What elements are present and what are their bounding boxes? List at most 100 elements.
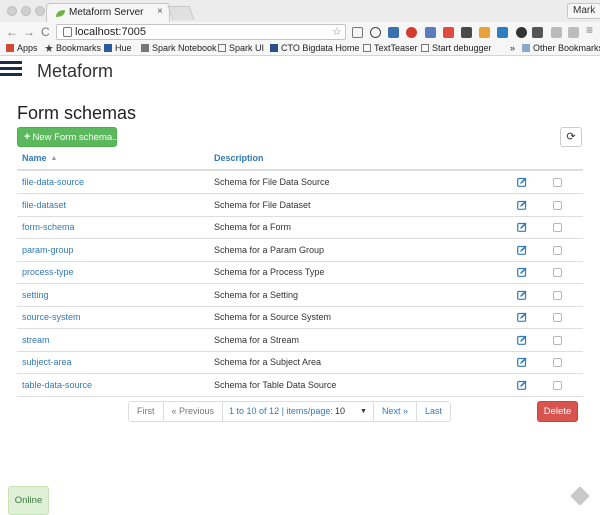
refresh-button[interactable]: ⟳ [560, 127, 582, 147]
edit-icon[interactable] [517, 380, 527, 390]
extension-info-icon[interactable] [370, 27, 381, 38]
bookmarks-bar: Apps Bookmarks Hue Spark Notebook Spark … [0, 42, 600, 56]
bookmarks-overflow-chevron[interactable]: » [510, 43, 515, 53]
leaf-favicon-icon [56, 10, 65, 17]
row-checkbox[interactable] [553, 245, 562, 255]
table-row[interactable]: source-system Schema for a Source System [17, 306, 583, 329]
schema-name-link[interactable]: setting [22, 290, 49, 300]
reload-icon[interactable]: C [41, 25, 50, 39]
edit-icon[interactable] [517, 335, 527, 345]
new-form-schema-button[interactable]: + New Form schema... [17, 127, 121, 147]
bookmark-other[interactable]: Other Bookmarks [522, 43, 600, 53]
edit-icon[interactable] [517, 200, 527, 210]
bookmark-star-icon[interactable]: ☆ [332, 25, 342, 38]
extension-circle-icon[interactable] [516, 27, 527, 38]
bookmark-item[interactable]: Bookmarks [45, 43, 101, 53]
new-form-schema-label: New Form schema... [32, 132, 121, 143]
bookmark-apps[interactable]: Apps [6, 43, 38, 53]
bookmark-item[interactable]: TextTeaser [363, 43, 418, 53]
row-checkbox[interactable] [553, 268, 562, 277]
notebook-icon [141, 44, 149, 52]
extension-orange-icon[interactable] [479, 27, 490, 38]
star-icon [45, 44, 53, 52]
table-row[interactable]: form-schema Schema for a Form [17, 216, 583, 239]
table-row[interactable]: setting Schema for a Setting [17, 284, 583, 307]
table-row[interactable]: table-data-source Schema for Table Data S… [17, 374, 583, 397]
window-minimize-dot[interactable] [21, 6, 31, 16]
extension-gray-icon[interactable] [568, 27, 579, 38]
row-checkbox[interactable] [553, 380, 562, 390]
address-bar[interactable]: localhost:7005 ☆ [56, 24, 346, 40]
schema-description: Schema for a Param Group [214, 244, 325, 255]
schema-name-link[interactable]: form-schema [22, 222, 75, 232]
bookmark-item[interactable]: CTO Bigdata Home [270, 43, 359, 53]
edit-icon[interactable] [517, 245, 527, 255]
edit-icon[interactable] [517, 290, 527, 300]
browser-tab[interactable]: Metaform Server × [46, 3, 170, 22]
pagination-last[interactable]: Last [416, 402, 450, 421]
schema-name-link[interactable]: file-data-source [22, 177, 84, 187]
extension-hook-icon[interactable] [551, 27, 562, 38]
pagination-next[interactable]: Next » [373, 402, 417, 421]
extension-red-icon[interactable] [406, 27, 417, 38]
row-checkbox[interactable] [553, 223, 562, 232]
row-checkbox[interactable] [553, 200, 562, 210]
schema-description: Schema for a Stream [214, 334, 300, 345]
corner-arrow-icon[interactable] [570, 486, 590, 506]
column-header-description[interactable]: Description [214, 153, 264, 163]
schema-name-link[interactable]: stream [22, 335, 50, 345]
extension-square-icon[interactable] [532, 27, 543, 38]
table-row[interactable]: file-dataset Schema for File Dataset [17, 194, 583, 217]
plus-icon: + [24, 131, 31, 143]
table-row[interactable]: stream Schema for a Stream [17, 329, 583, 352]
edit-icon[interactable] [517, 357, 527, 367]
extension-camera-icon[interactable] [352, 27, 363, 38]
extension-blue-icon[interactable] [388, 27, 399, 38]
table-row[interactable]: process-type Schema for a Process Type [17, 261, 583, 284]
pagination-previous[interactable]: « Previous [163, 402, 224, 421]
table-row[interactable]: file-data-source Schema for File Data Sou… [17, 171, 583, 194]
edit-icon[interactable] [517, 222, 527, 232]
row-checkbox[interactable] [553, 358, 562, 367]
extension-car-icon[interactable] [425, 27, 436, 38]
bookmark-item[interactable]: Spark UI [218, 43, 264, 53]
extension-dark-icon[interactable] [461, 27, 472, 38]
schema-name-link[interactable]: table-data-source [22, 380, 92, 390]
schema-description: Schema for a Source System [214, 312, 332, 322]
row-checkbox[interactable] [553, 178, 562, 187]
pagination-first[interactable]: First [129, 402, 164, 421]
new-tab-button[interactable] [167, 6, 195, 20]
table-row[interactable]: param-group Schema for a Param Group [17, 239, 583, 262]
schema-name-link[interactable]: file-dataset [22, 200, 66, 210]
schema-name-link[interactable]: process-type [22, 267, 74, 277]
edit-icon[interactable] [517, 267, 527, 277]
bookmark-item[interactable]: Hue [104, 43, 132, 53]
profile-button[interactable]: Mark [567, 3, 600, 19]
schema-name-link[interactable]: param-group [22, 245, 74, 255]
extension-pocket-icon[interactable] [443, 27, 454, 38]
delete-button[interactable]: Delete [537, 401, 578, 422]
hamburger-menu-icon[interactable] [0, 61, 22, 77]
page-size-select[interactable]: 10 ▼ [335, 402, 367, 421]
window-close-dot[interactable] [7, 6, 17, 16]
tab-close-icon[interactable]: × [157, 6, 163, 17]
schema-description: Schema for a Form [214, 222, 292, 232]
menu-icon[interactable]: ≡ [586, 23, 593, 37]
schema-name-link[interactable]: subject-area [22, 357, 72, 367]
schema-name-link[interactable]: source-system [22, 312, 81, 322]
window-zoom-dot[interactable] [35, 6, 45, 16]
column-header-name[interactable]: Name ▲ [22, 153, 57, 163]
row-checkbox[interactable] [553, 335, 562, 345]
table-row[interactable]: subject-area Schema for a Subject Area [17, 351, 583, 374]
row-checkbox[interactable] [553, 290, 562, 300]
row-checkbox[interactable] [553, 313, 562, 322]
bookmark-item[interactable]: Spark Notebook [141, 43, 217, 53]
forward-arrow-icon[interactable]: → [23, 25, 35, 39]
back-arrow-icon[interactable]: ← [6, 25, 18, 39]
table-header: Name ▲ Description [17, 149, 583, 171]
edit-icon[interactable] [517, 312, 527, 322]
extension-drop-icon[interactable] [497, 27, 508, 38]
apps-grid-icon [6, 44, 14, 52]
bookmark-item[interactable]: Start debugger [421, 43, 492, 53]
edit-icon[interactable] [517, 177, 527, 187]
